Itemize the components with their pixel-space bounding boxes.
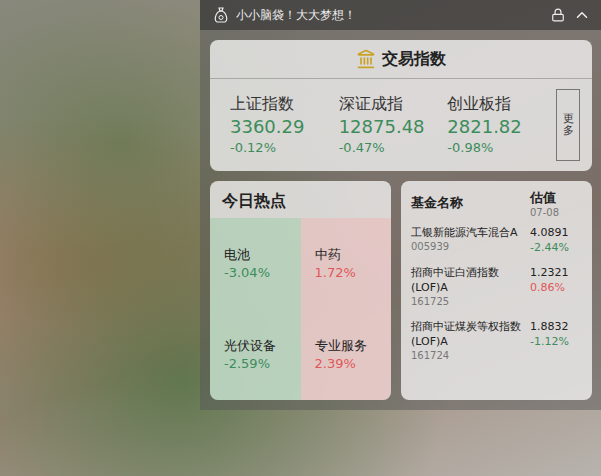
desktop-wallpaper: 小小脑袋！大大梦想！交易指数上证指数3360.29-0.12%深证成指12875… (0, 0, 601, 476)
fund-name: 工银新能源汽车混合A (411, 225, 530, 240)
hot-title: 今日热点 (210, 181, 391, 218)
index-row: 上证指数3360.29-0.12%深证成指12875.48-0.47%创业板指2… (210, 79, 592, 171)
fund-change: 0.86% (530, 280, 584, 295)
fund-change: -2.44% (530, 240, 584, 255)
stock-widget: 小小脑袋！大大梦想！交易指数上证指数3360.29-0.12%深证成指12875… (200, 0, 601, 410)
fund-row[interactable]: 工银新能源汽车混合A0059394.0891-2.44% (411, 221, 584, 261)
hot-tile[interactable]: 中药1.72% (301, 218, 392, 309)
hot-change: 2.39% (315, 355, 386, 373)
hot-change: 1.72% (315, 264, 386, 282)
index-name: 创业板指 (447, 93, 550, 115)
index-value: 12875.48 (339, 115, 442, 139)
fund-value: 1.8832 (530, 319, 584, 334)
fund-value-column: 估值07-08 (530, 189, 584, 218)
index-name: 深证成指 (339, 93, 442, 115)
hot-name: 中药 (315, 246, 386, 264)
fund-name: 招商中证白酒指数(LOF)A (411, 265, 530, 295)
hot-tile[interactable]: 电池-3.04% (210, 218, 301, 309)
hot-tile[interactable]: 光伏设备-2.59% (210, 309, 301, 400)
fund-value: 4.0891 (530, 225, 584, 240)
index-value: 2821.82 (447, 115, 550, 139)
more-button[interactable]: 更多 (556, 89, 580, 161)
hot-name: 电池 (224, 246, 295, 264)
fund-row[interactable]: 招商中证煤炭等权指数(LOF)A161724 1.8832-1.12% (411, 315, 584, 369)
fund-row[interactable]: 招商中证白酒指数(LOF)A161725 1.23210.86% (411, 261, 584, 315)
index-item[interactable]: 创业板指2821.82-0.98% (447, 93, 550, 157)
index-title: 交易指数 (382, 49, 446, 70)
fund-code: 161725 (411, 295, 530, 309)
fund-value: 1.2321 (530, 265, 584, 280)
fund-date: 07-08 (530, 207, 584, 218)
fund-name: 招商中证煤炭等权指数(LOF)A (411, 319, 530, 349)
index-item[interactable]: 上证指数3360.29-0.12% (230, 93, 333, 157)
index-value: 3360.29 (230, 115, 333, 139)
bank-icon (356, 49, 376, 69)
hot-change: -2.59% (224, 355, 295, 373)
hot-tile[interactable]: 专业服务2.39% (301, 309, 392, 400)
fund-change: -1.12% (530, 334, 584, 349)
lock-icon[interactable] (551, 8, 565, 22)
fund-name-column: 基金名称 (411, 194, 530, 212)
index-header: 交易指数 (210, 40, 592, 79)
widget-body: 交易指数上证指数3360.29-0.12%深证成指12875.48-0.47%创… (200, 30, 601, 410)
hot-card: 今日热点电池-3.04%中药1.72%光伏设备-2.59%专业服务2.39% (210, 181, 391, 400)
hot-name: 光伏设备 (224, 337, 295, 355)
index-item[interactable]: 深证成指12875.48-0.47% (339, 93, 442, 157)
fund-header: 基金名称估值07-08 (411, 185, 584, 221)
index-change: -0.98% (447, 139, 550, 157)
index-change: -0.47% (339, 139, 442, 157)
index-change: -0.12% (230, 139, 333, 157)
widget-top-bar: 小小脑袋！大大梦想！ (200, 0, 601, 30)
index-card: 交易指数上证指数3360.29-0.12%深证成指12875.48-0.47%创… (210, 40, 592, 171)
collapse-icon[interactable] (573, 6, 591, 24)
widget-title: 小小脑袋！大大梦想！ (236, 7, 543, 24)
money-bag-icon (214, 7, 228, 23)
fund-code: 161724 (411, 349, 530, 363)
fund-code: 005939 (411, 240, 530, 254)
hot-change: -3.04% (224, 264, 295, 282)
index-name: 上证指数 (230, 93, 333, 115)
hot-grid: 电池-3.04%中药1.72%光伏设备-2.59%专业服务2.39% (210, 218, 391, 400)
fund-card: 基金名称估值07-08工银新能源汽车混合A0059394.0891-2.44%招… (401, 181, 592, 400)
bottom-row: 今日热点电池-3.04%中药1.72%光伏设备-2.59%专业服务2.39%基金… (210, 181, 592, 400)
hot-name: 专业服务 (315, 337, 386, 355)
